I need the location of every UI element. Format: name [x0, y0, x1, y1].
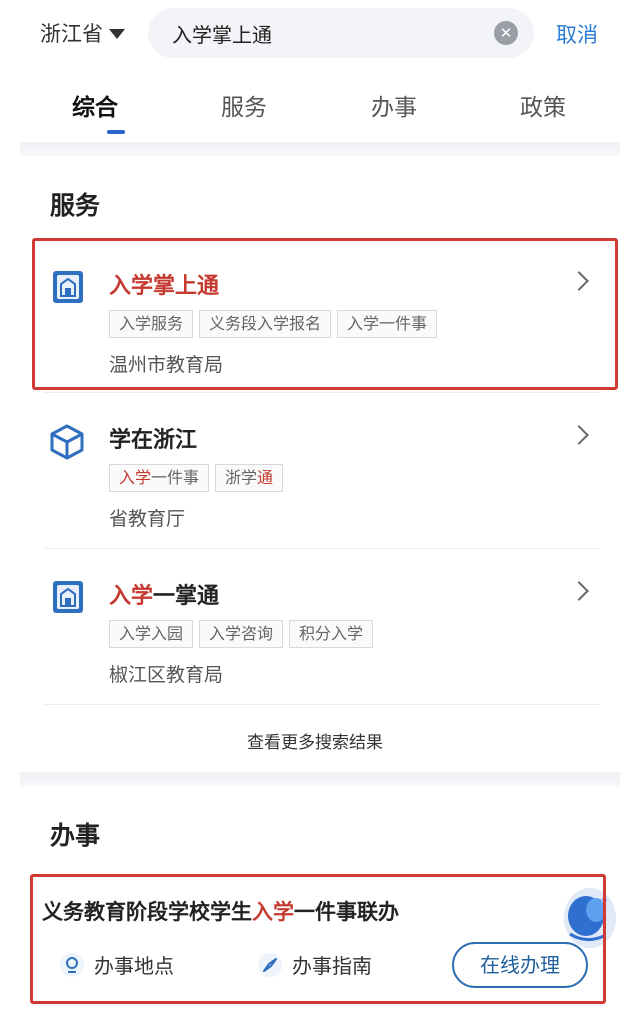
- title-rest: 学在浙江: [109, 428, 198, 453]
- cancel-button[interactable]: 取消: [556, 19, 598, 49]
- section-separator: [20, 142, 620, 156]
- divider: [44, 704, 600, 705]
- province-selector[interactable]: 浙江省: [40, 18, 125, 48]
- tab-bar: 综合 服务 办事 政策: [20, 80, 620, 140]
- tag: 积分入学: [289, 620, 374, 648]
- services-section-title: 服务: [50, 191, 101, 220]
- tab-policy[interactable]: 政策: [520, 88, 566, 122]
- tag: 浙学通: [215, 464, 284, 492]
- chevron-right-icon[interactable]: [569, 581, 589, 601]
- search-input[interactable]: [172, 21, 472, 45]
- tag-list: 入学一件事 浙学通: [109, 464, 284, 492]
- tag: 入学一件事: [109, 464, 210, 492]
- title-rest: 一掌通: [153, 584, 220, 609]
- divider: [44, 548, 600, 549]
- tab-services[interactable]: 服务: [221, 88, 267, 122]
- service-title: 学在浙江: [109, 422, 197, 454]
- tab-affairs[interactable]: 办事: [371, 88, 417, 122]
- active-tab-indicator: [107, 130, 125, 134]
- annotation-highlight-box: [30, 874, 606, 1004]
- service-item-xuezai-zhejiang[interactable]: 学在浙江 入学一件事 浙学通 省教育厅: [44, 396, 600, 540]
- tag-list: 入学入园 入学咨询 积分入学: [109, 620, 374, 648]
- tasks-section-title: 办事: [50, 821, 101, 850]
- tag: 入学咨询: [199, 620, 284, 648]
- building-icon: [53, 581, 83, 613]
- service-department: 省教育厅: [109, 508, 186, 530]
- service-department: 椒江区教育局: [109, 664, 224, 686]
- service-item-ruxue-yizhangtong[interactable]: 入学一掌通 入学入园 入学咨询 积分入学 椒江区教育局: [44, 552, 600, 696]
- clear-icon[interactable]: ✕: [494, 21, 518, 45]
- section-separator: [20, 772, 620, 786]
- tag: 入学入园: [109, 620, 194, 648]
- divider: [44, 392, 600, 393]
- more-results-link[interactable]: 查看更多搜索结果: [0, 728, 630, 753]
- tab-comprehensive[interactable]: 综合: [72, 88, 118, 122]
- caret-down-icon: [109, 29, 125, 39]
- cube-icon: [50, 424, 84, 460]
- annotation-highlight-box: [32, 238, 618, 390]
- top-bar: 浙江省 ✕ 取消: [0, 0, 630, 66]
- search-box[interactable]: ✕: [148, 8, 534, 58]
- chevron-right-icon[interactable]: [569, 425, 589, 445]
- title-highlight: 入学: [109, 584, 154, 609]
- service-title: 入学一掌通: [109, 578, 219, 610]
- province-label: 浙江省: [40, 22, 103, 46]
